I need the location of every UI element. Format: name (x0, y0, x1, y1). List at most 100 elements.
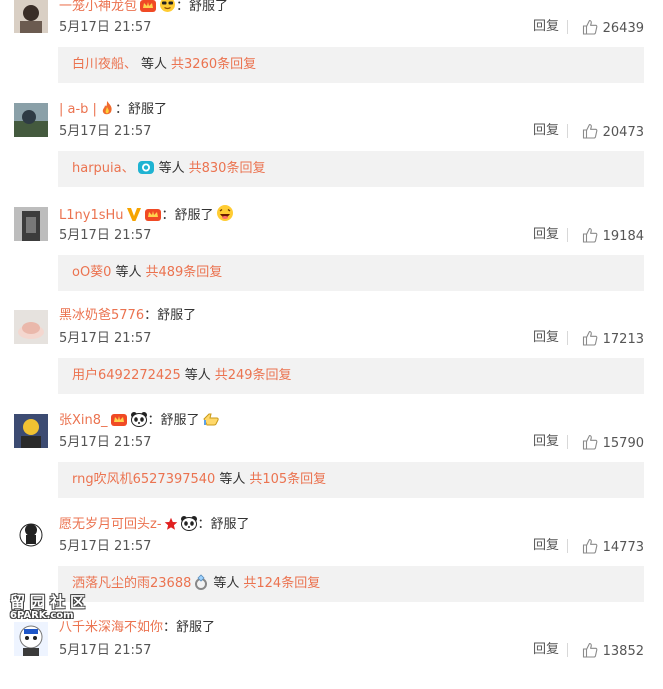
like-button[interactable]: 13852 (582, 640, 644, 659)
reply-button[interactable]: 回复 (533, 19, 559, 35)
camera-icon (137, 154, 155, 190)
thumbs-up-icon (582, 434, 598, 454)
thumbs-emoji-icon (202, 411, 220, 432)
reply-button[interactable]: 回复 (533, 434, 559, 450)
panda-icon (130, 411, 148, 432)
avatar[interactable] (14, 622, 48, 656)
comment-item: L1ny1sHu ：舒服了 5月17日 21:57 回复 19184 oO葵0 等人 共489… (0, 204, 663, 308)
like-button[interactable]: 15790 (582, 432, 644, 451)
reply-button[interactable]: 回复 (533, 330, 559, 346)
comment-item: | a-b | ：舒服了 5月17日 21:57 回复 20473 harpuia、 等人共… (0, 100, 663, 204)
comment-content: 舒服了 (160, 413, 200, 428)
reply-total-link[interactable]: 共124条回复 (243, 576, 320, 591)
thumbs-up-icon (582, 642, 598, 662)
panda-icon (180, 515, 198, 536)
reply-button[interactable]: 回复 (533, 538, 559, 554)
like-count: 14773 (602, 540, 644, 555)
action-divider (567, 643, 568, 657)
replies-summary[interactable]: 洒落凡尘的雨23688 等人 共124条回复 (58, 566, 644, 602)
like-count: 15790 (602, 436, 644, 451)
comment-username[interactable]: 张Xin8_ (59, 413, 108, 428)
replies-summary[interactable]: oO葵0 等人 共489条回复 (58, 255, 644, 291)
colon-separator: ： (114, 102, 128, 117)
colon-separator: ： (161, 208, 175, 223)
replies-summary[interactable]: 白川夜船、 等人 共3260条回复 (58, 47, 644, 83)
reply-users[interactable]: harpuia、 (72, 161, 135, 176)
like-count: 26439 (602, 21, 644, 36)
comment-time: 5月17日 21:57 (59, 228, 152, 243)
comment-content: 舒服了 (176, 620, 216, 635)
replies-summary[interactable]: 用户6492272425 等人 共249条回复 (58, 358, 644, 394)
reply-total-link[interactable]: 共489条回复 (145, 265, 222, 280)
avatar[interactable] (14, 207, 48, 241)
like-button[interactable]: 17213 (582, 328, 644, 347)
reply-total-link[interactable]: 共249条回复 (215, 368, 292, 383)
comment-feed: 一笼小神龙包 ：舒服了 5月17日 21:57 回复 26439 白川夜船、 等人 共3260… (0, 0, 663, 689)
comment-line: 愿无岁月可回头z- ：舒服了 (59, 515, 250, 532)
laughing-emoji-icon (216, 204, 234, 227)
avatar[interactable] (14, 310, 48, 344)
colon-separator: ： (147, 413, 161, 428)
replies-summary[interactable]: harpuia、 等人 共830条回复 (58, 151, 644, 187)
avatar[interactable] (14, 518, 48, 552)
reply-total-link[interactable]: 共3260条回复 (171, 57, 256, 72)
comment-item: 黑冰奶爸5776：舒服了 5月17日 21:57 回复 17213 用户64922724… (0, 307, 663, 411)
thumbs-up-icon (582, 227, 598, 247)
avatar[interactable] (14, 103, 48, 137)
comment-username[interactable]: 一笼小神龙包 (59, 0, 137, 14)
comment-username[interactable]: 八千米深海不如你 (59, 620, 163, 635)
verified-v-icon (126, 206, 142, 227)
fire-icon (99, 100, 115, 121)
comment-item: 八千米深海不如你：舒服了 5月17日 21:57 回复 13852 (0, 619, 663, 689)
comment-username[interactable]: L1ny1sHu (59, 208, 124, 223)
vip-crown-icon (110, 411, 128, 432)
reply-etc-text: 等人 (158, 161, 185, 176)
comment-content: 舒服了 (174, 208, 214, 223)
reply-etc-text: 等人 (141, 57, 168, 72)
like-count: 13852 (602, 644, 644, 659)
like-button[interactable]: 19184 (582, 225, 644, 244)
comment-line: L1ny1sHu ：舒服了 (59, 204, 234, 223)
comment-time: 5月17日 21:57 (59, 331, 152, 346)
cool-sunglasses-icon (159, 0, 176, 18)
like-button[interactable]: 14773 (582, 536, 644, 555)
comment-time: 5月17日 21:57 (59, 20, 152, 35)
thumbs-up-icon (582, 19, 598, 39)
comment-item: 张Xin8_ ：舒服了 5月17日 21:57 回复 15790 rng吹风机652739… (0, 411, 663, 515)
comment-item: 愿无岁月可回头z- ：舒服了 5月17日 21:57 回复 14773 洒落凡尘的雨236… (0, 515, 663, 619)
comment-content: 舒服了 (157, 308, 197, 323)
comment-username[interactable]: 愿无岁月可回头z- (59, 517, 162, 532)
reply-users[interactable]: 洒落凡尘的雨23688 (72, 576, 191, 591)
action-divider (567, 539, 568, 553)
colon-separator: ： (197, 517, 211, 532)
action-divider (567, 228, 568, 242)
colon-separator: ： (176, 0, 190, 14)
action-divider (567, 331, 568, 345)
reply-total-link[interactable]: 共830条回复 (189, 161, 266, 176)
vip-crown-icon (139, 0, 157, 18)
reply-etc-text: 等人 (213, 576, 240, 591)
like-button[interactable]: 26439 (582, 17, 644, 36)
comment-line: 黑冰奶爸5776：舒服了 (59, 307, 196, 324)
action-divider (567, 124, 568, 138)
reply-etc-text: 等人 (115, 265, 142, 280)
comment-item: 一笼小神龙包 ：舒服了 5月17日 21:57 回复 26439 白川夜船、 等人 共3260… (0, 0, 663, 100)
reply-button[interactable]: 回复 (533, 227, 559, 243)
colon-separator: ： (144, 308, 158, 323)
reply-users[interactable]: 白川夜船、 (72, 57, 137, 72)
like-button[interactable]: 20473 (582, 121, 644, 140)
avatar[interactable] (14, 0, 48, 33)
reply-button[interactable]: 回复 (533, 123, 559, 139)
comment-username[interactable]: | a-b | (59, 102, 97, 117)
red-star-icon (164, 517, 178, 536)
reply-button[interactable]: 回复 (533, 642, 559, 658)
comment-content: 舒服了 (189, 0, 229, 14)
reply-total-link[interactable]: 共105条回复 (249, 472, 326, 487)
reply-users[interactable]: oO葵0 (72, 265, 111, 280)
avatar[interactable] (14, 414, 48, 448)
replies-summary[interactable]: rng吹风机6527397540 等人 共105条回复 (58, 462, 644, 498)
reply-users[interactable]: rng吹风机6527397540 (72, 472, 215, 487)
thumbs-up-icon (582, 123, 598, 143)
reply-users[interactable]: 用户6492272425 (72, 368, 181, 383)
comment-username[interactable]: 黑冰奶爸5776 (59, 308, 144, 323)
